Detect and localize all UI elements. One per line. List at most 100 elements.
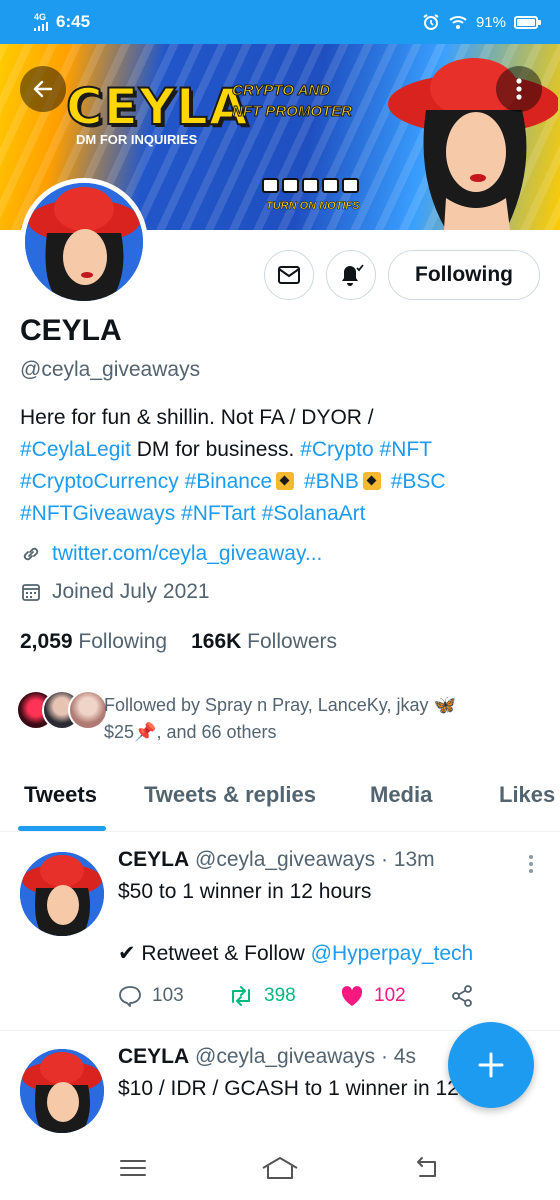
compose-tweet-button[interactable] <box>448 1022 534 1108</box>
status-bar: 4G 6:45 91% <box>0 0 560 44</box>
more-vertical-icon <box>529 855 533 873</box>
battery-icon <box>514 15 541 29</box>
tweet-line2: ✔ Retweet & Follow @Hyperpay_tech <box>118 938 473 969</box>
profile-website-link[interactable]: twitter.com/ceyla_giveaway... <box>52 542 322 566</box>
network-label: 4G <box>34 12 47 22</box>
bio-line4: #NFTGiveaways #NFTart #SolanaArt <box>20 498 540 530</box>
followers-count-link[interactable]: 166K Followers <box>191 630 337 654</box>
tweet-avatar[interactable] <box>20 852 104 936</box>
tab-tweets-and-replies[interactable]: Tweets & replies <box>144 782 316 808</box>
like-button[interactable]: 102 <box>340 985 450 1007</box>
tweet-avatar[interactable] <box>20 1049 104 1133</box>
more-vertical-icon <box>516 78 522 100</box>
telegram-icon <box>322 178 339 193</box>
retweet-count: 398 <box>264 985 296 1006</box>
youtube-icon <box>302 178 319 193</box>
wifi-icon <box>449 16 467 29</box>
battery-fill <box>517 18 536 26</box>
link-icon <box>23 547 39 561</box>
network-indicator: 4G <box>34 13 48 31</box>
tweet-author-name[interactable]: CEYLA <box>118 1045 189 1068</box>
hashtag-bnb[interactable]: #BNB <box>304 470 359 493</box>
followers-count: 166K <box>191 630 242 653</box>
active-tab-indicator <box>18 826 106 831</box>
home-button[interactable] <box>250 1148 310 1188</box>
tweet-author-handle[interactable]: @ceyla_giveaways <box>195 848 375 871</box>
back-button[interactable] <box>20 66 66 112</box>
tweet-line1: $10 / IDR / GCASH to 1 winner in 12 hour <box>118 1077 507 1100</box>
home-icon <box>262 1157 298 1179</box>
system-nav-bar <box>0 1136 560 1200</box>
binance-emoji-icon <box>276 472 295 490</box>
tab-media[interactable]: Media <box>370 782 432 808</box>
tweet-line1: $50 to 1 winner in 12 hours <box>118 880 372 903</box>
share-icon <box>452 985 472 1007</box>
tweet-time: · 4s <box>380 1045 416 1068</box>
binance-emoji-icon <box>362 472 381 490</box>
profile-handle: @ceyla_giveaways <box>20 358 201 381</box>
tab-likes[interactable]: Likes <box>499 782 555 808</box>
share-button[interactable] <box>450 984 474 1008</box>
reply-count: 103 <box>152 985 184 1006</box>
discord-icon <box>282 178 299 193</box>
profile-bio: Here for fun & shillin. Not FA / DYOR / … <box>20 402 540 530</box>
followers-label: Followers <box>247 630 338 653</box>
back-nav-icon <box>416 1157 436 1177</box>
followed-by-avatars[interactable] <box>16 690 108 730</box>
retweet-button[interactable]: 398 <box>228 985 340 1007</box>
message-button[interactable] <box>264 250 314 300</box>
hashtag-bsc[interactable]: #BSC <box>391 470 446 493</box>
bio-line3: #CryptoCurrency #Binance #BNB #BSC <box>20 466 540 498</box>
following-count: 2,059 <box>20 630 73 653</box>
calendar-icon <box>22 584 40 601</box>
profile-joined-row: Joined July 2021 <box>20 580 210 604</box>
bio-line1: Here for fun & shillin. Not FA / DYOR / <box>20 406 374 429</box>
tweet-header: CEYLA @ceyla_giveaways · 13m <box>118 848 435 872</box>
tweet-author-name[interactable]: CEYLA <box>118 848 189 871</box>
tweet-actions: 103 398 102 <box>118 984 474 1008</box>
hashtag-nftgiveaways[interactable]: #NFTGiveaways <box>20 502 175 525</box>
more-options-button[interactable] <box>496 66 542 112</box>
followed-by-text[interactable]: Followed by Spray n Pray, LanceKy, jkay … <box>104 692 534 746</box>
avatar <box>68 690 108 730</box>
hashtag-ceylalegit[interactable]: #CeylaLegit <box>20 438 131 461</box>
tweet-author-handle[interactable]: @ceyla_giveaways <box>195 1045 375 1068</box>
tweet[interactable]: CEYLA @ceyla_giveaways · 13m $50 to 1 wi… <box>0 832 560 1030</box>
hashtag-nft[interactable]: #NFT <box>380 438 433 461</box>
hashtag-cryptocurrency[interactable]: #CryptoCurrency <box>20 470 179 493</box>
profile-avatar[interactable] <box>20 178 148 306</box>
banner-notif-text: TURN ON NOTIFS <box>266 200 360 213</box>
reply-icon <box>119 986 141 1007</box>
reply-button[interactable]: 103 <box>118 985 228 1007</box>
hashtag-nftart[interactable]: #NFTart <box>181 502 256 525</box>
like-icon <box>341 986 363 1006</box>
following-label: Following <box>78 630 168 653</box>
following-count-link[interactable]: 2,059 Following <box>20 630 167 654</box>
hashtag-binance[interactable]: #Binance <box>185 470 273 493</box>
twitter-icon <box>262 178 279 193</box>
avatar-illustration <box>20 1049 104 1133</box>
reddit-icon <box>342 178 359 193</box>
mention-hyperpay-tech[interactable]: @Hyperpay_tech <box>311 942 474 965</box>
banner-tagline: CRYPTO AND NFT PROMOTER <box>232 80 353 122</box>
bio-line2: #CeylaLegit DM for business. #Crypto #NF… <box>20 434 540 466</box>
back-nav-button[interactable] <box>397 1148 457 1188</box>
tab-tweets[interactable]: Tweets <box>24 782 97 808</box>
banner-social-icons <box>262 178 359 193</box>
banner-tagline-line2: NFT PROMOTER <box>232 103 353 121</box>
bio-dm-text: DM for business. <box>130 438 301 461</box>
tweet-text: $50 to 1 winner in 12 hours ✔ Retweet & … <box>118 876 473 969</box>
notifications-button[interactable] <box>326 250 376 300</box>
banner-dm-text: DM FOR INQUIRIES <box>76 132 198 147</box>
avatar-illustration <box>25 183 143 301</box>
recents-button[interactable] <box>103 1148 163 1188</box>
tweet-header: CEYLA @ceyla_giveaways · 4s <box>118 1045 416 1069</box>
clock: 6:45 <box>56 12 91 31</box>
following-button[interactable]: Following <box>388 250 540 300</box>
hashtag-solanaart[interactable]: #SolanaArt <box>262 502 366 525</box>
tweet-more-button[interactable] <box>528 854 534 874</box>
hashtag-crypto[interactable]: #Crypto <box>300 438 374 461</box>
tweet-line2-text: ✔ Retweet & Follow <box>118 942 311 965</box>
followed-by-line1: Followed by Spray n Pray, LanceKy, jkay … <box>104 695 456 715</box>
back-arrow-icon <box>33 80 53 98</box>
